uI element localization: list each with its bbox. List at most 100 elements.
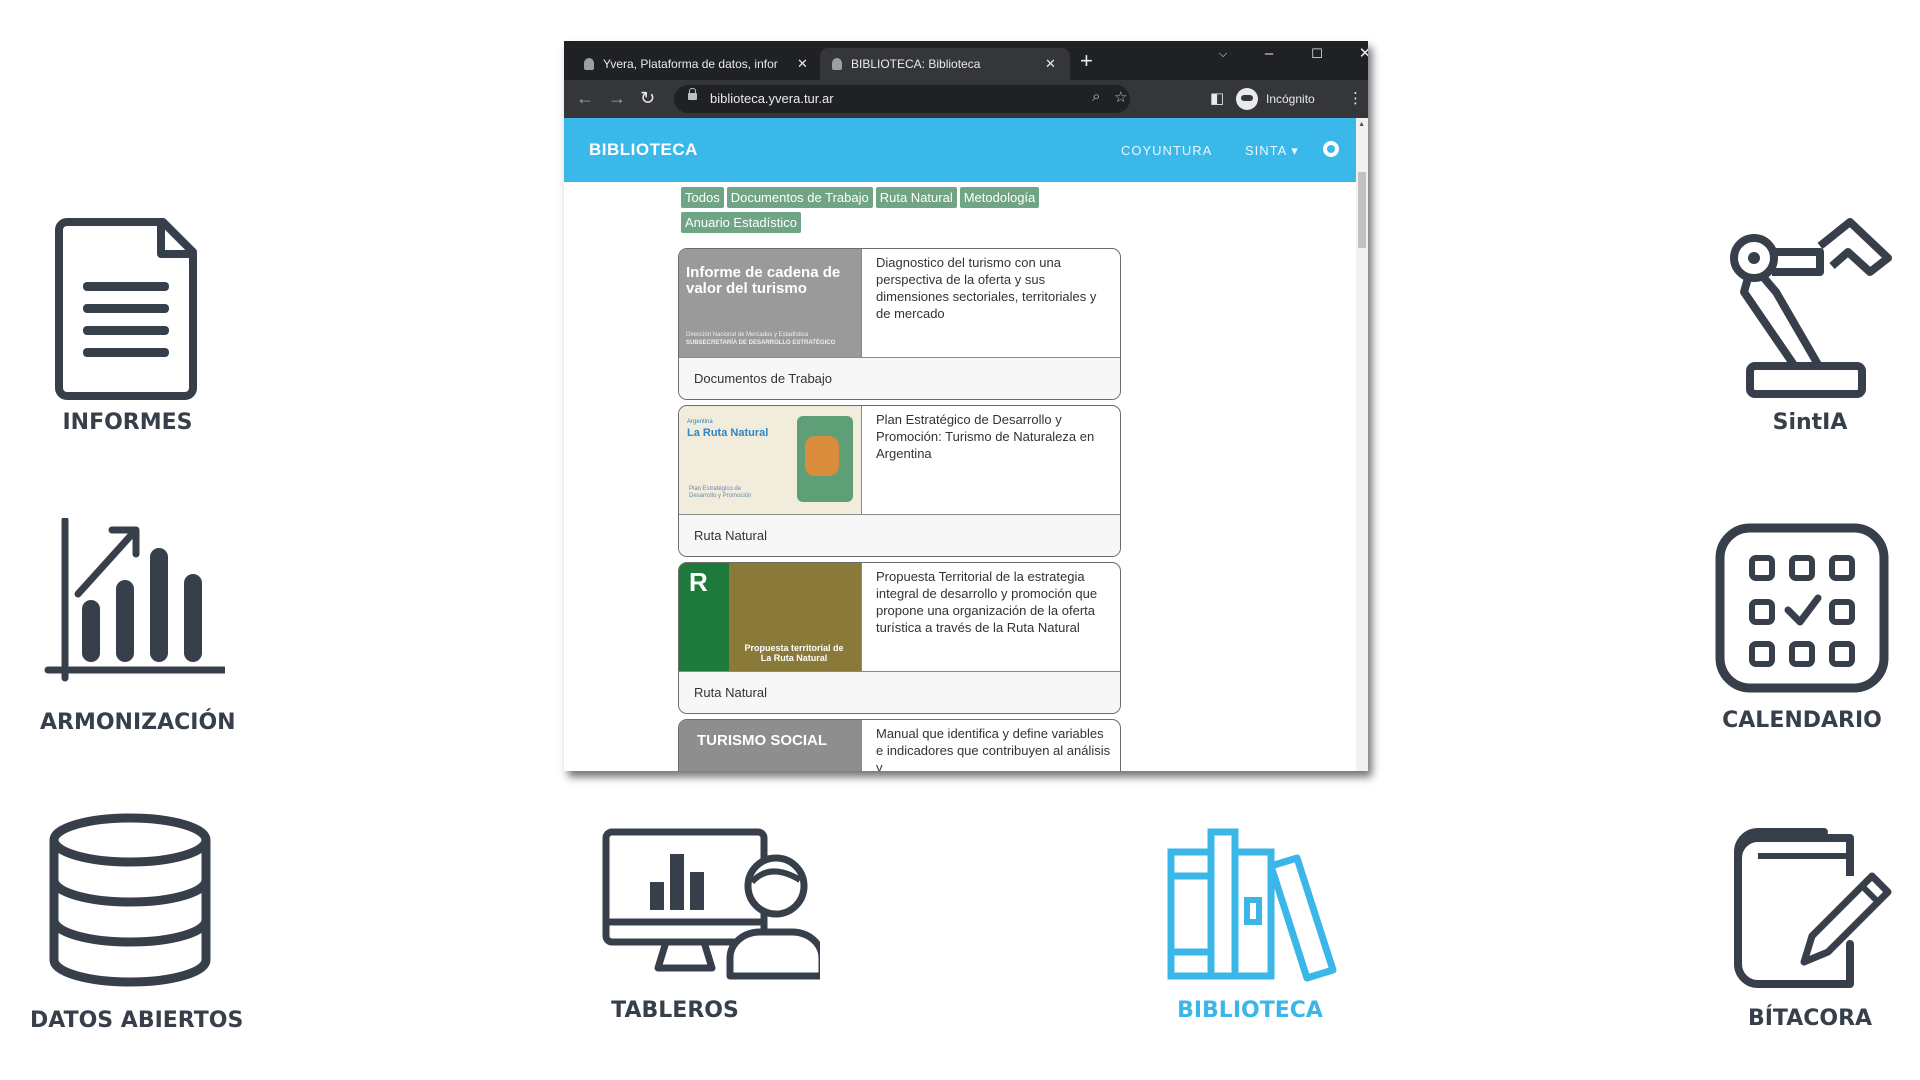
filter-anuario-estadistico[interactable]: Anuario Estadístico <box>681 212 802 233</box>
browser-window: Yvera, Plataforma de datos, infor ✕ BIBL… <box>564 41 1368 771</box>
card-description: Propuesta Territorial de la estrategia i… <box>876 569 1098 635</box>
back-arrow-icon[interactable]: ← <box>576 87 594 109</box>
forward-arrow-icon[interactable]: → <box>608 87 626 109</box>
cover-title: TURISMO SOCIAL <box>697 732 827 749</box>
tile-bitacora[interactable]: BÍTACORA <box>1720 826 1900 1031</box>
tab-biblioteca[interactable]: BIBLIOTECA: Biblioteca ✕ <box>820 48 1070 80</box>
document-cover: Argentina La Ruta Natural Plan Estratégi… <box>679 406 861 514</box>
card-footer: Documentos de Trabajo <box>679 357 1120 399</box>
incognito-label: Incógnito <box>1266 92 1315 106</box>
tile-label: CALENDARIO <box>1722 708 1882 733</box>
tile-datos-abiertos[interactable]: DATOS ABIERTOS <box>30 812 244 1033</box>
menu-kebab-icon[interactable]: ⋮ <box>1348 89 1363 107</box>
card-category: Documentos de Trabajo <box>694 371 833 386</box>
logo-line: La Ruta Natural <box>687 427 769 439</box>
maximize-icon[interactable]: ☐ <box>1294 41 1340 71</box>
github-icon[interactable] <box>1323 141 1339 157</box>
tile-label: SintIA <box>1772 410 1848 435</box>
dashboard-monitor-user-icon <box>602 828 820 980</box>
document-cover: TURISMO SOCIAL <box>679 720 861 771</box>
minimize-icon[interactable]: – <box>1246 41 1292 71</box>
document-card[interactable]: R Propuesta territorial de La Ruta Natur… <box>678 562 1121 714</box>
incognito-icon <box>1236 88 1258 110</box>
tab-search-chevron-icon[interactable]: ⌵ <box>1200 41 1246 71</box>
tile-informes[interactable]: INFORMES <box>40 216 215 435</box>
tile-sintia[interactable]: SintIA <box>1720 216 1900 435</box>
card-divider <box>861 563 862 671</box>
document-card[interactable]: TURISMO SOCIAL Manual que identifica y d… <box>678 719 1121 771</box>
incognito-indicator[interactable]: Incógnito <box>1236 85 1315 113</box>
filter-metodologia[interactable]: Metodología <box>959 187 1040 208</box>
cover-title: Informe de cadena de valor del turismo <box>686 264 841 297</box>
ruta-natural-r-logo-icon: R <box>689 567 708 597</box>
tile-label: BIBLIOTECA <box>1177 998 1323 1023</box>
tile-armonizacion[interactable]: ARMONIZACIÓN <box>40 518 236 735</box>
tab-title: BIBLIOTECA: Biblioteca <box>851 57 981 71</box>
card-category: Ruta Natural <box>694 528 767 543</box>
tab-yvera[interactable]: Yvera, Plataforma de datos, infor ✕ <box>572 48 822 80</box>
notebook-pencil-icon <box>1734 828 1892 988</box>
zoom-icon[interactable]: ⌕ <box>1092 88 1100 105</box>
document-cover: Informe de cadena de valor del turismo D… <box>679 249 861 357</box>
scroll-up-icon[interactable]: ▲ <box>1358 121 1365 128</box>
filter-pills: Todos Documentos de Trabajo Ruta Natural Me… <box>681 187 1141 237</box>
cover-subtitle: Dirección Nacional de Mercados y Estadís… <box>686 331 835 347</box>
scrollbar-thumb[interactable] <box>1358 172 1366 248</box>
card-description: Plan Estratégico de Desarrollo y Promoci… <box>876 412 1095 461</box>
tile-biblioteca[interactable]: BIBLIOTECA <box>1165 826 1345 1023</box>
lock-icon <box>688 88 697 100</box>
tile-label: TABLEROS <box>611 998 739 1023</box>
tile-label: INFORMES <box>62 410 193 435</box>
card-footer: Ruta Natural <box>679 514 1120 556</box>
tile-label: ARMONIZACIÓN <box>40 710 236 735</box>
books-icon <box>1167 828 1337 982</box>
nav-link-coyuntura[interactable]: COYUNTURA <box>1121 143 1212 158</box>
cover-title: Propuesta territorial de La Ruta Natural <box>744 643 844 663</box>
robot-arm-icon <box>1730 218 1892 398</box>
bar-chart-trend-icon <box>44 518 225 682</box>
cover-illustration <box>805 436 839 476</box>
card-description: Manual que identifica y define variables… <box>876 726 1111 771</box>
document-card[interactable]: Argentina La Ruta Natural Plan Estratégi… <box>678 405 1121 557</box>
card-description: Diagnostico del turismo con una perspect… <box>876 255 1097 321</box>
tab-strip: Yvera, Plataforma de datos, infor ✕ BIBL… <box>564 41 1368 80</box>
bookmark-star-icon[interactable]: ☆ <box>1114 88 1127 106</box>
tile-label: DATOS ABIERTOS <box>30 1008 244 1033</box>
tile-calendario[interactable]: CALENDARIO <box>1712 522 1892 733</box>
side-panel-icon[interactable]: ◧ <box>1210 89 1224 107</box>
browser-toolbar: ← → ↻ biblioteca.yvera.tur.ar ⌕ ☆ ◧ Incó… <box>564 80 1368 118</box>
close-tab-icon[interactable]: ✕ <box>797 56 808 72</box>
tile-tableros[interactable]: TABLEROS <box>600 826 820 1023</box>
logo-line: Argentina <box>687 419 713 425</box>
nav-link-sinta[interactable]: SINTA ▾ <box>1245 143 1299 159</box>
document-card[interactable]: Informe de cadena de valor del turismo D… <box>678 248 1121 400</box>
close-window-icon[interactable]: ✕ <box>1342 41 1368 71</box>
database-icon <box>49 813 211 987</box>
site-brand[interactable]: BIBLIOTECA <box>589 140 698 160</box>
filter-todos[interactable]: Todos <box>681 187 724 208</box>
card-divider <box>861 249 862 357</box>
document-icon <box>54 218 197 400</box>
tile-label: BÍTACORA <box>1747 1006 1873 1031</box>
filter-documentos-de-trabajo[interactable]: Documentos de Trabajo <box>726 187 873 208</box>
scrollbar[interactable]: ▲ <box>1356 118 1368 771</box>
ruta-natural-logo: Argentina La Ruta Natural <box>687 415 768 439</box>
site-favicon-icon <box>584 58 594 70</box>
url-text: biblioteca.yvera.tur.ar <box>710 91 834 106</box>
address-bar[interactable]: biblioteca.yvera.tur.ar ⌕ ☆ <box>674 85 1130 113</box>
card-category: Ruta Natural <box>694 685 767 700</box>
site-navbar: BIBLIOTECA COYUNTURA SINTA ▾ <box>564 118 1364 182</box>
page-viewport: BIBLIOTECA COYUNTURA SINTA ▾ Todos Docume… <box>564 118 1368 771</box>
card-divider <box>861 720 862 771</box>
cover-line: SUBSECRETARÍA DE DESARROLLO ESTRATÉGICO <box>686 340 836 346</box>
cover-line: Dirección Nacional de Mercados y Estadís… <box>686 332 809 338</box>
calendar-check-icon <box>1715 523 1889 693</box>
cover-subtitle: Plan Estratégico de Desarrollo y Promoci… <box>689 486 752 499</box>
document-cover: R Propuesta territorial de La Ruta Natur… <box>679 563 861 671</box>
tab-title: Yvera, Plataforma de datos, infor <box>603 57 778 71</box>
new-tab-icon[interactable]: + <box>1080 50 1093 72</box>
reload-icon[interactable]: ↻ <box>640 87 655 109</box>
filter-ruta-natural[interactable]: Ruta Natural <box>875 187 957 208</box>
site-favicon-icon <box>832 58 842 70</box>
close-tab-icon[interactable]: ✕ <box>1045 56 1056 72</box>
